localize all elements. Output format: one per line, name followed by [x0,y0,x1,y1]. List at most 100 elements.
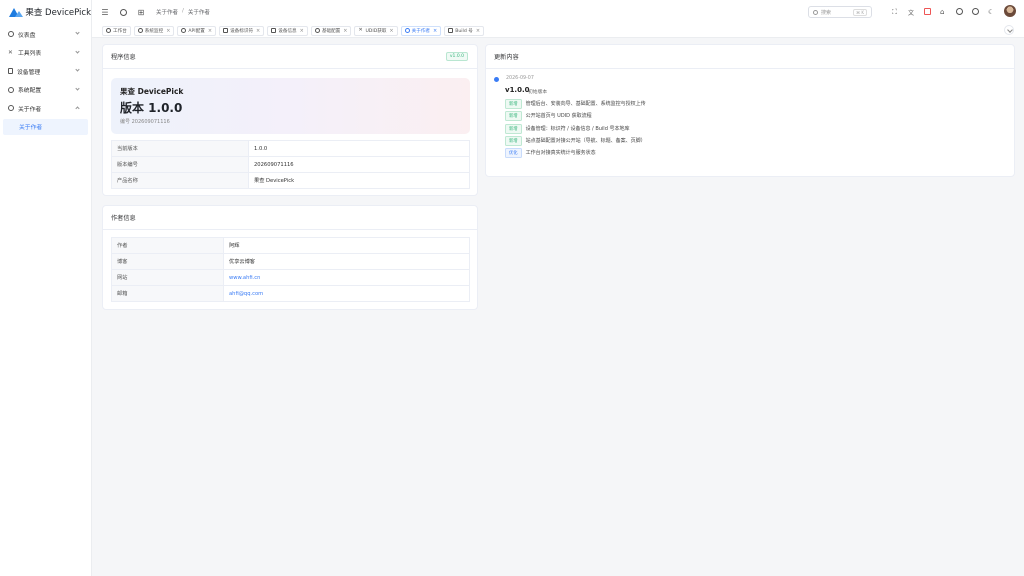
breadcrumb-item[interactable]: 关于作者 [156,8,178,16]
tab-label: 设备标识符 [230,28,254,34]
sidebar: 果查 DevicePick 仪表盘 ✕ 工具列表 设备管理 系统配置 关于作者 … [0,0,92,576]
close-icon[interactable]: × [476,28,480,34]
search-shortcut: ⌘ K [853,8,867,16]
tab-build-number[interactable]: Build 号 × [444,25,485,36]
grid-icon[interactable]: ⊞ [136,7,146,17]
close-icon[interactable]: × [208,28,212,34]
close-icon[interactable]: × [300,28,304,34]
tab-api-config[interactable]: API配置 × [177,25,217,36]
sidebar-item-dashboard[interactable]: 仪表盘 [0,25,91,44]
card-title: 作者信息 [111,215,136,222]
version-hero-panel: 果查 DevicePick 版本 1.0.0 编号 202609071116 [111,78,470,134]
sidebar-item-label: 系统配置 [18,88,42,95]
clock-icon [106,28,111,33]
settings-icon[interactable] [972,7,979,15]
close-icon[interactable]: × [389,28,393,34]
sidebar-subitem-label: 关于作者 [19,125,43,131]
sidebar-item-settings[interactable]: 系统配置 [0,81,91,100]
device-icon [271,28,277,33]
fullscreen-icon[interactable]: ⛶ [892,8,899,16]
dashboard-icon [8,31,14,38]
table-key: 博客 [111,253,224,270]
chevron-down-icon [75,30,80,35]
changelog-text: 管理后台、安装向导、基础配置、系统监控与授权上传 [525,101,646,107]
user-icon [404,28,410,33]
chevron-up-icon [75,106,80,111]
tag-badge: 新增 [505,123,522,134]
tag-badge: 优化 [505,147,522,158]
tab-bar: 工作台 系统监控 × API配置 × 设备标识符 × 设备信息 × 基础配置 × ✕ UDI… [92,24,1024,38]
avatar[interactable] [1004,5,1016,17]
sidebar-item-label: 设备管理 [17,69,41,76]
sidebar-item-devices[interactable]: 设备管理 [0,62,91,81]
home-icon[interactable]: ⌂ [940,8,947,16]
tab-about-author[interactable]: 关于作者 × [400,25,442,36]
table-key: 当前版本 [111,140,249,157]
build-number: 编号 202609071116 [120,119,170,125]
tab-device-info[interactable]: 设备信息 × [267,25,308,36]
changelog-text: 工作台对接真实统计与服务状态 [525,150,596,156]
translate-icon[interactable]: 文 [908,8,915,17]
author-info-card: 作者信息 作者 阿辉 博客 优享云博客 网站 www.ahfi.cn 邮箱 ahfi@q… [102,205,478,310]
product-name: 果查 DevicePick [120,87,184,96]
close-icon[interactable]: × [343,28,347,34]
card-title: 程序信息 [111,54,136,61]
table-key: 网站 [111,269,224,286]
tag-badge: 新增 [505,98,522,109]
gear-icon [8,86,14,93]
changelog-text: 公开站首页与 UDID 获取流程 [525,113,592,119]
sidebar-item-label: 工具列表 [18,51,42,58]
sidebar-item-label: 仪表盘 [18,32,36,39]
user-icon [8,105,14,112]
app-title: 果查 DevicePick [25,8,91,18]
sidebar-item-tools[interactable]: ✕ 工具列表 [0,44,91,63]
table-row: 邮箱 ahfi@qq.com [111,285,470,302]
changelog-text: 设备管理：标识符 / 设备信息 / Build 号本地库 [525,126,630,132]
refresh-icon[interactable] [118,7,128,17]
tab-device-identifier[interactable]: 设备标识符 × [219,25,265,36]
website-link[interactable]: www.ahfi.cn [229,275,260,281]
release-date: 2026-09-07 [506,76,534,81]
tab-label: UDID获取 [365,28,387,34]
theme-palette-icon[interactable] [956,7,963,15]
tab-workbench[interactable]: 工作台 [102,25,131,36]
program-info-card: 程序信息 v1.0.0 果查 DevicePick 版本 1.0.0 编号 20… [102,44,478,196]
tabs-more-button[interactable] [1004,25,1014,35]
header-actions: ⛶ 文 ⌂ ☾ [892,5,1016,17]
notification-icon[interactable] [924,7,931,15]
email-link[interactable]: ahfi@qq.com [229,291,263,297]
program-info-table: 当前版本 1.0.0 版本编号 202609071116 产品名称 果查 Device… [111,140,470,189]
tab-label: Build 号 [455,28,473,34]
sidebar-subitem-about-author[interactable]: 关于作者 [3,118,88,135]
version-badge: v1.0.0 [445,52,468,61]
close-icon[interactable]: × [166,28,170,34]
close-icon[interactable]: × [256,28,260,34]
tools-icon: ✕ [358,27,363,33]
device-icon [223,28,229,33]
changelog-item: 新增 设备管理：标识符 / 设备信息 / Build 号本地库 [505,123,630,134]
table-value: 202609071116 [248,156,470,173]
search-input[interactable]: 搜索 ⌘ K [808,6,872,18]
tab-udid[interactable]: ✕ UDID获取 × [354,25,398,36]
changelog-text: 站点基础配置对接公开站（导航、标题、备案、页脚） [525,138,646,144]
changelog-item: 新增 站点基础配置对接公开站（导航、标题、备案、页脚） [505,135,646,146]
tools-icon: ✕ [8,49,13,56]
release-subtitle: 初始版本 [528,90,548,95]
table-row: 博客 优享云博客 [111,253,470,270]
tab-label: 基础配置 [321,28,341,34]
menu-toggle-icon[interactable]: ☰ [100,7,110,17]
app-logo[interactable]: 果查 DevicePick [0,0,91,24]
table-row: 当前版本 1.0.0 [111,140,470,157]
breadcrumb-separator: / [182,8,184,14]
table-row: 版本编号 202609071116 [111,156,470,173]
clock-icon [137,28,143,33]
sidebar-item-about[interactable]: 关于作者 [0,99,91,118]
tab-basic-config[interactable]: 基础配置 × [310,25,352,36]
device-icon [8,68,13,75]
table-value: 1.0.0 [248,140,470,157]
moon-icon[interactable]: ☾ [988,8,995,16]
close-icon[interactable]: × [433,28,437,34]
tab-system-monitor[interactable]: 系统监控 × [133,25,175,36]
card-header: 更新内容 [486,45,1014,69]
sidebar-item-label: 关于作者 [18,106,42,113]
